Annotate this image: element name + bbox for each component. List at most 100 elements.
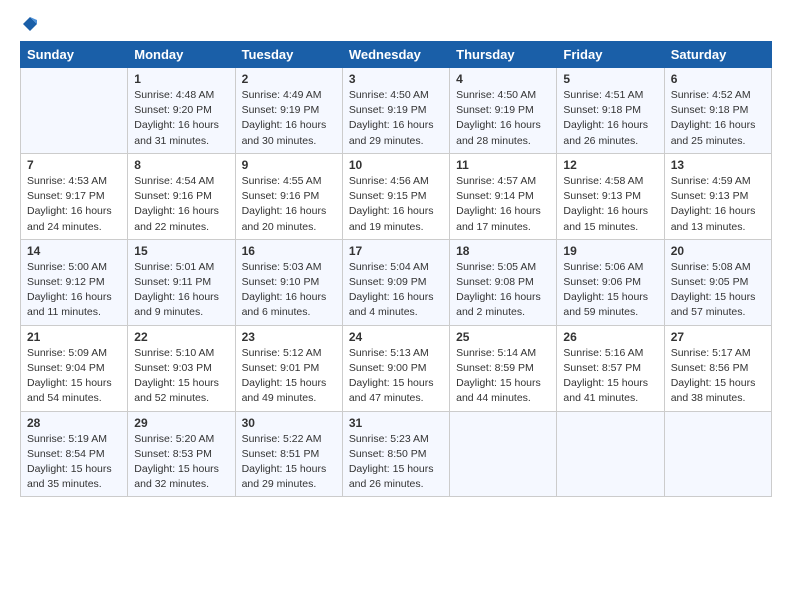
info-line: and 17 minutes. (456, 220, 550, 235)
day-info: Sunrise: 5:05 AMSunset: 9:08 PMDaylight:… (456, 260, 550, 321)
day-info: Sunrise: 4:59 AMSunset: 9:13 PMDaylight:… (671, 174, 765, 235)
info-line: Daylight: 15 hours (671, 376, 765, 391)
info-line: Sunset: 9:09 PM (349, 275, 443, 290)
info-line: and 31 minutes. (134, 134, 228, 149)
info-line: Sunrise: 4:57 AM (456, 174, 550, 189)
info-line: Sunset: 9:11 PM (134, 275, 228, 290)
calendar-cell: 3 Sunrise: 4:50 AMSunset: 9:19 PMDaylight… (342, 68, 449, 154)
info-line: Sunset: 9:18 PM (671, 103, 765, 118)
info-line: Daylight: 16 hours (671, 118, 765, 133)
day-number: 5 (563, 72, 657, 86)
info-line: Sunset: 9:13 PM (671, 189, 765, 204)
day-number: 10 (349, 158, 443, 172)
info-line: Daylight: 16 hours (349, 118, 443, 133)
info-line: Daylight: 15 hours (242, 462, 336, 477)
calendar-cell: 18Sunrise: 5:05 AMSunset: 9:08 PMDayligh… (450, 239, 557, 325)
info-line: Daylight: 16 hours (134, 290, 228, 305)
info-line: Sunset: 9:06 PM (563, 275, 657, 290)
info-line: Sunset: 9:10 PM (242, 275, 336, 290)
calendar-cell: 6 Sunrise: 4:52 AMSunset: 9:18 PMDaylight… (664, 68, 771, 154)
info-line: and 49 minutes. (242, 391, 336, 406)
calendar-cell: 17Sunrise: 5:04 AMSunset: 9:09 PMDayligh… (342, 239, 449, 325)
header-row: SundayMondayTuesdayWednesdayThursdayFrid… (21, 42, 772, 68)
info-line: Sunset: 9:04 PM (27, 361, 121, 376)
info-line: Sunset: 8:53 PM (134, 447, 228, 462)
info-line: Sunrise: 4:59 AM (671, 174, 765, 189)
col-header-tuesday: Tuesday (235, 42, 342, 68)
day-info: Sunrise: 4:58 AMSunset: 9:13 PMDaylight:… (563, 174, 657, 235)
info-line: Sunrise: 5:01 AM (134, 260, 228, 275)
info-line: Sunrise: 4:55 AM (242, 174, 336, 189)
info-line: Sunrise: 5:10 AM (134, 346, 228, 361)
day-info: Sunrise: 4:56 AMSunset: 9:15 PMDaylight:… (349, 174, 443, 235)
calendar-cell (450, 411, 557, 497)
info-line: Daylight: 16 hours (456, 118, 550, 133)
info-line: Sunrise: 4:52 AM (671, 88, 765, 103)
info-line: and 54 minutes. (27, 391, 121, 406)
day-info: Sunrise: 5:04 AMSunset: 9:09 PMDaylight:… (349, 260, 443, 321)
day-number: 29 (134, 416, 228, 430)
info-line: Daylight: 15 hours (134, 462, 228, 477)
info-line: Sunset: 8:54 PM (27, 447, 121, 462)
day-number: 12 (563, 158, 657, 172)
info-line: Daylight: 15 hours (349, 376, 443, 391)
info-line: Daylight: 15 hours (349, 462, 443, 477)
day-number: 23 (242, 330, 336, 344)
day-number: 25 (456, 330, 550, 344)
info-line: and 35 minutes. (27, 477, 121, 492)
info-line: Daylight: 16 hours (27, 204, 121, 219)
day-number: 1 (134, 72, 228, 86)
info-line: Daylight: 15 hours (563, 376, 657, 391)
day-info: Sunrise: 4:48 AMSunset: 9:20 PMDaylight:… (134, 88, 228, 149)
day-number: 6 (671, 72, 765, 86)
info-line: Sunset: 8:59 PM (456, 361, 550, 376)
info-line: and 13 minutes. (671, 220, 765, 235)
info-line: Daylight: 15 hours (27, 462, 121, 477)
day-info: Sunrise: 4:52 AMSunset: 9:18 PMDaylight:… (671, 88, 765, 149)
info-line: Sunrise: 5:00 AM (27, 260, 121, 275)
page-container: SundayMondayTuesdayWednesdayThursdayFrid… (0, 0, 792, 507)
info-line: Sunrise: 4:58 AM (563, 174, 657, 189)
day-number: 27 (671, 330, 765, 344)
info-line: and 11 minutes. (27, 305, 121, 320)
calendar-cell: 9Sunrise: 4:55 AMSunset: 9:16 PMDaylight… (235, 153, 342, 239)
calendar-cell: 21Sunrise: 5:09 AMSunset: 9:04 PMDayligh… (21, 325, 128, 411)
info-line: and 29 minutes. (242, 477, 336, 492)
info-line: and 59 minutes. (563, 305, 657, 320)
week-row-5: 28Sunrise: 5:19 AMSunset: 8:54 PMDayligh… (21, 411, 772, 497)
info-line: Sunrise: 4:53 AM (27, 174, 121, 189)
info-line: Daylight: 16 hours (456, 290, 550, 305)
info-line: and 19 minutes. (349, 220, 443, 235)
calendar-cell: 7Sunrise: 4:53 AMSunset: 9:17 PMDaylight… (21, 153, 128, 239)
info-line: Sunset: 9:16 PM (242, 189, 336, 204)
info-line: and 44 minutes. (456, 391, 550, 406)
day-info: Sunrise: 5:09 AMSunset: 9:04 PMDaylight:… (27, 346, 121, 407)
info-line: and 25 minutes. (671, 134, 765, 149)
info-line: and 26 minutes. (349, 477, 443, 492)
calendar-cell: 23Sunrise: 5:12 AMSunset: 9:01 PMDayligh… (235, 325, 342, 411)
info-line: Sunset: 9:05 PM (671, 275, 765, 290)
day-number: 13 (671, 158, 765, 172)
col-header-sunday: Sunday (21, 42, 128, 68)
info-line: Daylight: 16 hours (671, 204, 765, 219)
day-number: 8 (134, 158, 228, 172)
info-line: and 30 minutes. (242, 134, 336, 149)
calendar-cell: 30Sunrise: 5:22 AMSunset: 8:51 PMDayligh… (235, 411, 342, 497)
day-info: Sunrise: 4:51 AMSunset: 9:18 PMDaylight:… (563, 88, 657, 149)
info-line: Sunset: 9:18 PM (563, 103, 657, 118)
day-number: 3 (349, 72, 443, 86)
day-info: Sunrise: 4:50 AMSunset: 9:19 PMDaylight:… (349, 88, 443, 149)
calendar-cell (664, 411, 771, 497)
week-row-1: 1 Sunrise: 4:48 AMSunset: 9:20 PMDaylight… (21, 68, 772, 154)
col-header-wednesday: Wednesday (342, 42, 449, 68)
info-line: Daylight: 15 hours (27, 376, 121, 391)
info-line: Sunrise: 4:48 AM (134, 88, 228, 103)
info-line: Sunset: 9:17 PM (27, 189, 121, 204)
day-info: Sunrise: 4:53 AMSunset: 9:17 PMDaylight:… (27, 174, 121, 235)
header (20, 15, 772, 31)
calendar-cell: 5 Sunrise: 4:51 AMSunset: 9:18 PMDaylight… (557, 68, 664, 154)
info-line: Sunset: 8:51 PM (242, 447, 336, 462)
calendar-cell: 11Sunrise: 4:57 AMSunset: 9:14 PMDayligh… (450, 153, 557, 239)
day-info: Sunrise: 4:50 AMSunset: 9:19 PMDaylight:… (456, 88, 550, 149)
week-row-4: 21Sunrise: 5:09 AMSunset: 9:04 PMDayligh… (21, 325, 772, 411)
